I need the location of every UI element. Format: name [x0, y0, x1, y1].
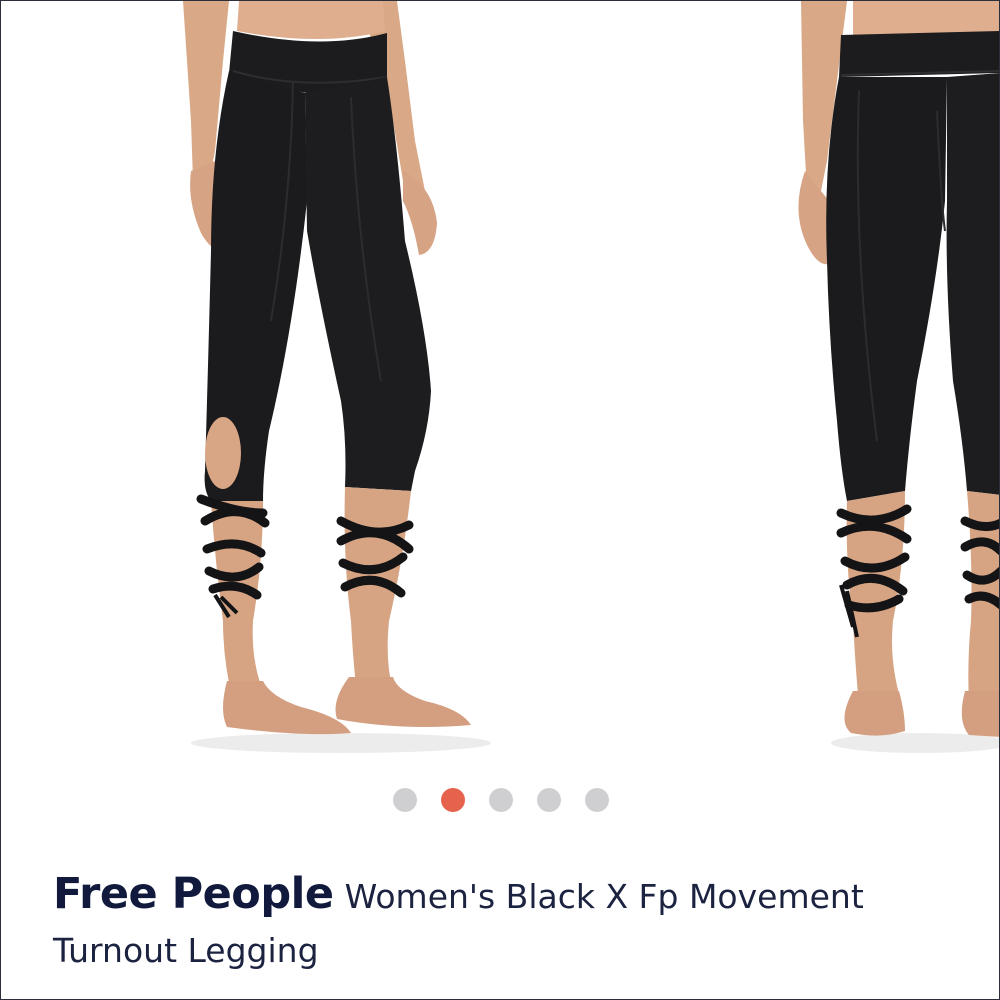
carousel-dot-1[interactable] [393, 788, 417, 812]
product-listing-screen: Free People Women's Black X Fp Movement … [0, 0, 1000, 1000]
carousel-dot-4[interactable] [537, 788, 561, 812]
carousel-pagination [1, 788, 999, 814]
carousel-dot-3[interactable] [489, 788, 513, 812]
carousel-dot-5[interactable] [585, 788, 609, 812]
product-image-carousel[interactable] [1, 1, 1000, 761]
product-photo[interactable] [1, 1, 1000, 761]
product-brand[interactable]: Free People [53, 869, 334, 919]
carousel-dot-2-active[interactable] [441, 788, 465, 812]
product-title: Free People Women's Black X Fp Movement … [53, 867, 953, 978]
